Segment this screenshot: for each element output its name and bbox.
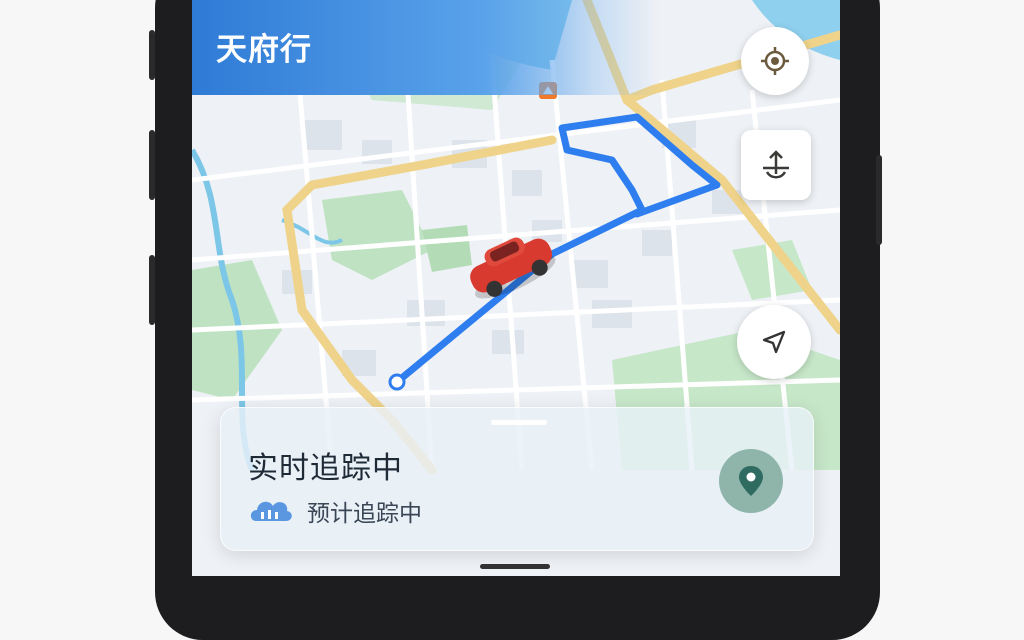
tracking-status-title: 实时追踪中 xyxy=(248,451,403,486)
cloud-icon xyxy=(250,501,292,521)
route-start-marker xyxy=(388,373,406,391)
locate-button[interactable] xyxy=(741,27,809,95)
panel-drag-handle[interactable] xyxy=(491,420,547,425)
tracking-status-subtitle: 预计追踪中 xyxy=(307,501,422,527)
layers-button[interactable] xyxy=(741,130,811,200)
side-button xyxy=(149,255,155,325)
side-button xyxy=(876,155,882,245)
side-button xyxy=(149,30,155,80)
location-pin-icon xyxy=(739,466,763,496)
home-indicator xyxy=(480,564,550,569)
location-pin-button[interactable] xyxy=(719,449,783,513)
side-button xyxy=(149,130,155,200)
tracking-panel[interactable]: 实时追踪中 预计追踪中 xyxy=(220,407,814,551)
navigation-arrow-icon xyxy=(762,330,786,354)
crosshair-icon xyxy=(761,47,789,75)
layers-icon xyxy=(763,150,789,179)
app-title: 天府行 xyxy=(216,32,312,68)
navigate-button[interactable] xyxy=(737,305,811,379)
